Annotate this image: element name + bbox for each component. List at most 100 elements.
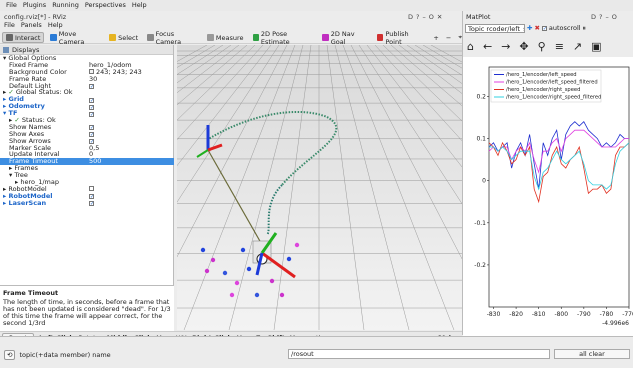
x-tick-label: -780 [600, 311, 614, 318]
point-icon [377, 34, 384, 41]
back-icon[interactable]: ← [483, 40, 492, 53]
tool-label: 2D Pose Estimate [260, 29, 290, 46]
display-tree-row[interactable]: ▸ ✓ Global Status: Ok [0, 89, 174, 96]
edit-axes-icon[interactable]: ↗ [573, 40, 582, 53]
tool-2d-pose-estimate[interactable]: 2D Pose Estimate [250, 29, 317, 46]
x-tick-label: -830 [487, 311, 501, 318]
tree-row-value[interactable]: ✓ [89, 103, 94, 110]
enable-checkbox[interactable]: ✓ [89, 194, 94, 200]
tool-move-camera[interactable]: Move Camera [47, 29, 103, 46]
home-icon[interactable]: ⌂ [467, 40, 474, 53]
tool-label: 2D Nav Goal [330, 29, 355, 46]
tool-measure[interactable]: Measure [204, 32, 247, 43]
add-topic-icon[interactable]: ✚ [527, 24, 532, 32]
laser-point [240, 247, 246, 253]
options-icon[interactable]: O [612, 13, 617, 21]
x-tick-label: -820 [509, 311, 523, 318]
save-icon[interactable]: ▣ [591, 40, 601, 53]
topic-input[interactable]: Topic rcoder/left_speed_f [465, 23, 525, 33]
rviz-menu-item[interactable]: Panels [21, 21, 42, 29]
laser-point [210, 257, 216, 263]
display-tree[interactable]: ▾ Global Options Fixed Frame hero_1/odom … [0, 55, 174, 263]
undock-icon[interactable]: D [408, 13, 413, 21]
main-menu-item[interactable]: Perspectives [85, 1, 126, 10]
pause-icon[interactable]: ⏸ [583, 24, 586, 33]
enable-checkbox[interactable]: ✓ [89, 132, 94, 138]
displays-icon [3, 46, 9, 53]
minimize-icon[interactable]: – [605, 13, 608, 21]
tree-row-value[interactable]: 30 [89, 75, 97, 83]
legend-label: /hero_1/encoder/right_speed [506, 87, 580, 93]
laser-point [269, 278, 275, 284]
tree-row-value[interactable]: ✓ [89, 124, 94, 131]
main-menu-item[interactable]: Help [132, 1, 147, 10]
enable-checkbox[interactable]: ✓ [89, 104, 94, 110]
enable-checkbox[interactable]: ✓ [89, 97, 94, 103]
laser-point [294, 242, 300, 248]
3d-scene[interactable] [177, 45, 462, 330]
minimize-icon[interactable]: – [422, 13, 425, 21]
undock-icon[interactable]: D [591, 13, 596, 21]
matplotlib-toolbar: ⌂ ← → ✥ ⚲ ≡ ↗ ▣ [467, 40, 602, 53]
legend-label: /hero_1/encoder/right_speed_filtered [506, 95, 601, 101]
help-icon[interactable]: ? [599, 13, 602, 21]
tool-2d-nav-goal[interactable]: 2D Nav Goal [319, 29, 371, 46]
3d-view[interactable] [177, 45, 462, 330]
help-icon[interactable]: ? [416, 13, 419, 21]
help-body: The length of time, in seconds, before a… [3, 298, 171, 327]
rviz-menu-item[interactable]: Help [48, 21, 63, 29]
tree-row-value[interactable]: ✓ [89, 131, 94, 138]
tree-row-value[interactable]: ✓ [89, 83, 94, 90]
enable-checkbox[interactable]: ✓ [89, 201, 94, 207]
laser-point [229, 292, 235, 298]
tree-row-value[interactable] [89, 186, 94, 193]
y-tick-label: 0.2 [476, 93, 486, 100]
plot-area[interactable]: -0.2 -0.1 0 0.1 0.2 -830 -820 -810 -800 -790 -780 -… [463, 57, 633, 347]
tool-label: Move Camera [58, 29, 85, 46]
forward-icon[interactable]: → [501, 40, 510, 53]
tree-row-value[interactable]: 500 [89, 158, 101, 165]
color-swatch[interactable] [89, 69, 94, 75]
tree-row-value[interactable]: ✓ [89, 96, 94, 103]
console-panel: ⟲ topic(+data member) name /rosout all c… [0, 336, 633, 368]
configure-icon[interactable]: ≡ [555, 40, 564, 53]
enable-checkbox[interactable] [89, 186, 94, 192]
zoom-icon[interactable]: ⚲ [538, 40, 546, 53]
laser-point [204, 268, 210, 274]
legend-label: /hero_1/encoder/left_speed_filtered [506, 80, 598, 86]
enable-checkbox[interactable]: ✓ [89, 111, 94, 117]
main-menu-item[interactable]: Running [52, 1, 79, 10]
remove-topic-icon[interactable]: ✖ [534, 24, 539, 32]
enable-checkbox[interactable]: ✓ [89, 125, 94, 131]
tree-row-text: Global Status: Ok [15, 88, 73, 97]
laser-point [254, 292, 260, 298]
tool-select[interactable]: Select [106, 32, 141, 43]
refresh-icon[interactable]: ⟲ [4, 350, 16, 360]
enable-checkbox[interactable]: ✓ [89, 84, 94, 90]
speed-chart[interactable]: -0.2 -0.1 0 0.1 0.2 -830 -820 -810 -800 -790 -780 -… [463, 57, 633, 347]
plot-frame [488, 66, 630, 308]
y-tick-label: -0.2 [474, 262, 486, 269]
rosout-field[interactable]: /rosout [288, 349, 550, 359]
tool-focus-camera[interactable]: Focus Camera [144, 30, 201, 46]
options-icon[interactable]: O [429, 13, 434, 21]
autoscroll-checkbox[interactable]: ✓ [541, 26, 547, 32]
all-clear-button[interactable]: all clear [554, 349, 630, 359]
laser-point [279, 292, 285, 298]
display-tree-row[interactable]: ▸ Odometry ✓ [0, 103, 174, 110]
tool-publish-point[interactable]: Publish Point [374, 30, 426, 46]
display-tree-row[interactable]: ▸ LaserScan ✓ [0, 199, 174, 207]
main-menu-item[interactable]: Plugins [23, 1, 46, 10]
main-menu-item[interactable]: File [6, 1, 17, 10]
close-icon[interactable]: ✕ [437, 13, 442, 21]
add-tool-icon[interactable]: + [433, 34, 438, 42]
rviz-menu-item[interactable]: File [4, 21, 15, 29]
tree-row-value[interactable]: ✓ [89, 200, 94, 207]
tree-row-value[interactable]: ✓ [89, 110, 94, 117]
remove-tool-icon[interactable]: − [446, 34, 451, 42]
hand-icon [6, 34, 13, 41]
tool-interact[interactable]: Interact [2, 32, 45, 43]
tree-row-value[interactable]: ✓ [89, 193, 94, 200]
pan-icon[interactable]: ✥ [519, 40, 528, 53]
rviz-title: config.rviz[*] - RViz [4, 13, 67, 21]
